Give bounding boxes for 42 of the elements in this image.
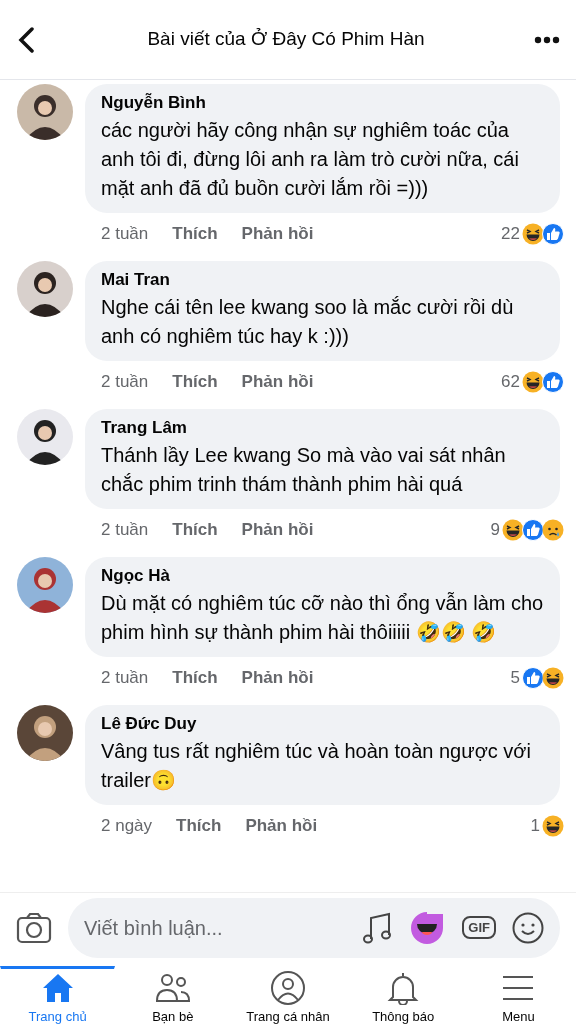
comment-time: 2 tuần xyxy=(101,223,149,245)
music-icon[interactable] xyxy=(362,910,393,945)
profile-icon xyxy=(270,969,306,1007)
comment-time: 2 ngày xyxy=(101,815,153,837)
comment-text: Nghe cái tên lee kwang soo là mắc cười rồi dù anh có nghiêm túc hay k :))) xyxy=(101,295,515,349)
reaction-count: 1 xyxy=(530,815,540,837)
gif-icon[interactable]: GIF xyxy=(462,916,496,939)
author-name[interactable]: Mai Tran xyxy=(101,267,544,293)
nav-tab[interactable]: Bạn bè xyxy=(115,966,231,1024)
comment-input[interactable]: Viết bình luận... GIF xyxy=(68,897,560,958)
author-name[interactable]: Lê Đức Duy xyxy=(101,711,544,737)
nav-tab[interactable]: Trang cá nhân xyxy=(230,966,346,1024)
page-title: Bài viết của Ở Đây Có Phim Hàn xyxy=(146,27,426,52)
nav-tab[interactable]: Trang chủ xyxy=(0,966,116,1024)
reaction-count: 5 xyxy=(510,667,520,689)
like-link[interactable]: Thích xyxy=(172,369,218,395)
comment-text: Thánh lầy Lee kwang So mà vào vai sát nhân chắc phim trinh thám thành phim hài quá xyxy=(101,443,507,497)
reaction-count: 9 xyxy=(490,519,500,541)
reply-link[interactable]: Phản hồi xyxy=(245,813,318,839)
comment-time: 2 tuần xyxy=(101,519,149,541)
reply-link[interactable]: Phản hồi xyxy=(241,221,314,247)
like-link[interactable]: Thích xyxy=(176,813,222,839)
like-link[interactable]: Thích xyxy=(172,221,218,247)
comment-time: 2 tuần xyxy=(101,667,149,689)
reply-link[interactable]: Phản hồi xyxy=(241,517,314,543)
reaction-count: 62 xyxy=(501,371,520,393)
nav-tab[interactable]: Thông báo xyxy=(345,966,461,1024)
reaction-count: 22 xyxy=(501,223,520,245)
author-name[interactable]: Trang Lâm xyxy=(101,415,544,441)
comment-time: 2 tuần xyxy=(101,371,149,393)
comment-text: Dù mặt có nghiêm túc cỡ nào thì ổng vẫn làm cho phim hình sự thành phim hài thôiiiii 🤣🤣 🤣 xyxy=(101,591,544,645)
camera-icon[interactable] xyxy=(16,911,52,944)
author-name[interactable]: Nguyễn Bình xyxy=(101,90,544,116)
like-link[interactable]: Thích xyxy=(172,517,218,543)
reply-link[interactable]: Phản hồi xyxy=(241,369,314,395)
like-link[interactable]: Thích xyxy=(172,665,218,691)
author-name[interactable]: Ngọc Hà xyxy=(101,563,544,589)
emoji-icon[interactable] xyxy=(512,911,544,944)
nav-tab[interactable]: Menu xyxy=(460,966,576,1024)
comment-text: Vâng tus rất nghiêm túc và hoàn toàn ngược với trailer🙃 xyxy=(101,739,532,793)
reply-link[interactable]: Phản hồi xyxy=(241,665,314,691)
comment-text: các người hãy công nhận sự nghiêm toác của anh tôi đi, đừng lôi anh ra làm trò cười nữa, cái mặt anh đã đủ buồn cười lắm rồi =))) xyxy=(101,118,520,201)
